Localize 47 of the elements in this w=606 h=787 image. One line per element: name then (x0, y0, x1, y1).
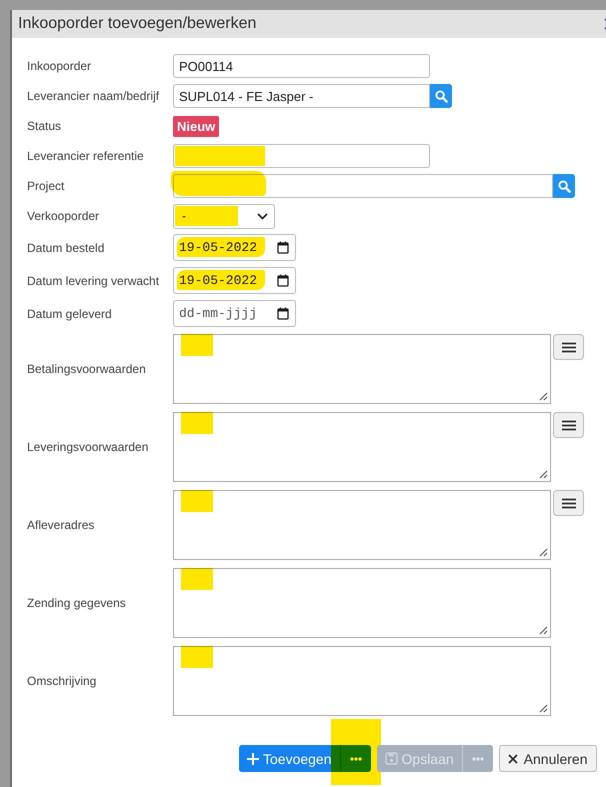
more-icon (472, 756, 484, 760)
calendar-icon (277, 274, 289, 287)
calendar-icon (277, 241, 289, 254)
status-badge: Nieuw (173, 116, 220, 136)
menu-button[interactable] (553, 490, 584, 516)
field-label: Zending gegevens (27, 596, 127, 610)
resize-grip-icon (539, 392, 548, 401)
field-label: Datum geleverd (27, 306, 113, 320)
search-icon (558, 180, 570, 192)
field-label: Status (27, 119, 62, 133)
lookup-field[interactable]: SUPL014 - FE Jasper - (173, 84, 430, 108)
menu-icon (562, 420, 576, 430)
field-label: Omschrijving (27, 674, 98, 688)
date-field[interactable]: 19-05-2022 (173, 267, 296, 294)
resize-grip-icon (539, 470, 548, 479)
menu-button[interactable] (553, 334, 584, 360)
date-field[interactable]: dd-mm-jjjj (173, 300, 296, 327)
chevron-down-icon (257, 212, 268, 220)
text-area[interactable] (173, 568, 551, 638)
menu-icon (562, 498, 576, 508)
plus-icon (247, 752, 259, 764)
menu-icon (562, 342, 576, 352)
calendar-icon (277, 307, 289, 320)
field-label: Afleveradres (27, 518, 96, 532)
select-field[interactable]: - (173, 204, 275, 228)
field-label: Inkooporder (27, 59, 92, 73)
resize-grip-icon (539, 626, 548, 635)
field-label: Verkooporder (27, 209, 100, 223)
date-field[interactable]: 19-05-2022 (173, 234, 296, 261)
text-area[interactable] (173, 646, 551, 716)
cancel-button[interactable]: Annuleren (498, 745, 596, 772)
field-label: Datum levering verwacht (27, 274, 160, 288)
menu-button[interactable] (553, 412, 584, 438)
window-title: Inkooporder toevoegen/bewerken (18, 15, 256, 33)
close-icon (508, 754, 518, 764)
search-button[interactable] (430, 84, 452, 108)
field-label: Leverancier naam/bedrijf (27, 89, 160, 103)
search-button[interactable] (553, 174, 575, 198)
field-label: Project (27, 179, 66, 193)
search-icon (434, 90, 448, 102)
text-field[interactable]: PO00114 (173, 54, 430, 78)
field-label: Leverancier referentie (27, 149, 145, 163)
field-label: Betalingsvoorwaarden (27, 362, 147, 376)
resize-grip-icon (539, 704, 548, 713)
field-label: Datum besteld (27, 240, 106, 254)
resize-grip-icon (539, 548, 548, 557)
field-label: Leveringsvoorwaarden (27, 440, 150, 454)
